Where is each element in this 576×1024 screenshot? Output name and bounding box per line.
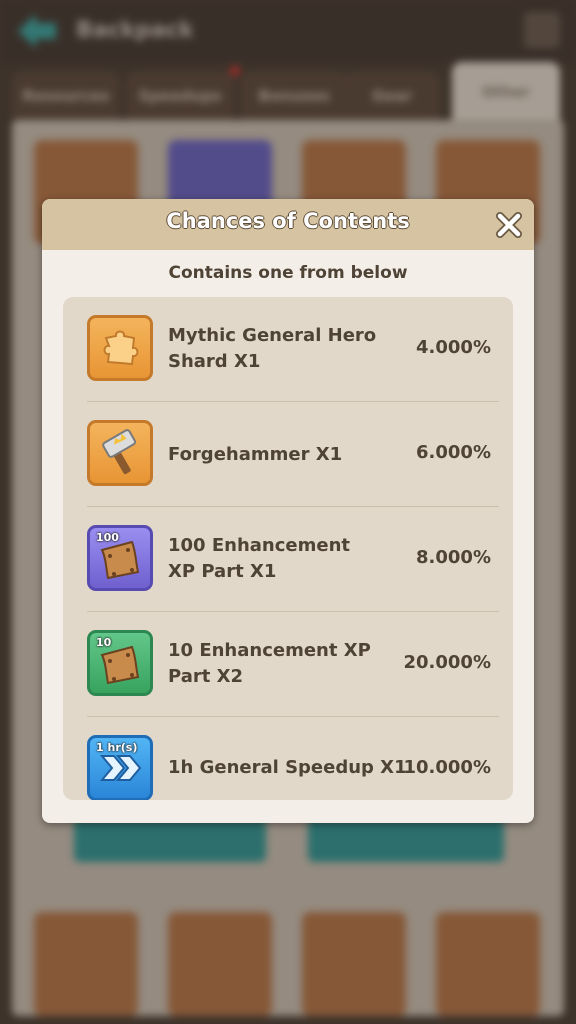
list-item: 1 hr(s) 1h General Speedup X1 10.000% xyxy=(63,717,513,800)
chances-modal: Chances of Contents Contains one from be… xyxy=(42,199,534,823)
item-name: Mythic General Hero Shard X1 xyxy=(168,325,377,372)
item-icon-frame: 10 xyxy=(87,630,153,696)
item-badge: 10 xyxy=(96,636,112,649)
contents-list[interactable]: Mythic General Hero Shard X1 4.000% Forg… xyxy=(63,297,513,800)
list-item: 100 100 Enhancement XP Part X1 8.000% xyxy=(63,507,513,612)
list-item: Forgehammer X1 6.000% xyxy=(63,402,513,507)
item-chance: 4.000% xyxy=(416,337,491,358)
modal-subtitle: Contains one from below xyxy=(168,263,408,283)
item-name: 100 Enhancement XP Part X1 xyxy=(168,535,350,582)
close-icon[interactable] xyxy=(494,210,524,240)
item-icon-frame xyxy=(87,315,153,381)
item-chance: 10.000% xyxy=(403,757,492,778)
item-badge: 1 hr(s) xyxy=(96,741,138,754)
item-name: 10 Enhancement XP Part X2 xyxy=(168,640,371,687)
item-icon-frame: 1 hr(s) xyxy=(87,735,153,800)
modal-header: Chances of Contents xyxy=(42,199,534,250)
item-name: 1h General Speedup X1 xyxy=(168,757,407,778)
modal-title: Chances of Contents xyxy=(166,209,410,233)
item-chance: 8.000% xyxy=(416,547,491,568)
item-badge: 100 xyxy=(96,531,119,544)
item-icon-frame: 100 xyxy=(87,525,153,591)
list-item: 10 10 Enhancement XP Part X2 20.000% xyxy=(63,612,513,717)
item-chance: 6.000% xyxy=(416,442,491,463)
hammer-icon xyxy=(102,429,137,475)
item-chance: 20.000% xyxy=(403,652,492,673)
list-item: Mythic General Hero Shard X1 4.000% xyxy=(63,297,513,402)
puzzle-shard-icon xyxy=(103,330,139,366)
item-name: Forgehammer X1 xyxy=(168,444,343,465)
item-icon-frame xyxy=(87,420,153,486)
